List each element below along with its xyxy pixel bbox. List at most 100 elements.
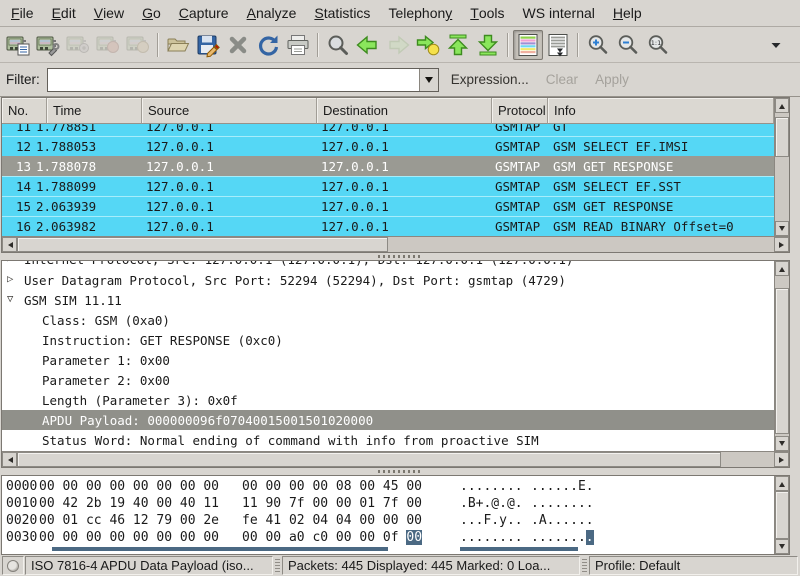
- detail-row[interactable]: Class: GSM (0xa0): [2, 310, 774, 330]
- arrow-right-icon: [385, 32, 411, 58]
- scroll-thumb[interactable]: [775, 288, 789, 434]
- menu-view[interactable]: View: [85, 0, 133, 26]
- scroll-up-button[interactable]: [775, 98, 789, 113]
- scroll-track[interactable]: [17, 452, 774, 467]
- reload-button[interactable]: [253, 30, 283, 60]
- zoom-in-button[interactable]: [583, 30, 613, 60]
- pane-splitter[interactable]: [0, 253, 800, 260]
- scroll-thumb[interactable]: [775, 117, 789, 157]
- save-file-button[interactable]: [193, 30, 223, 60]
- expander-expanded-icon[interactable]: ▽: [7, 293, 13, 306]
- go-back-button[interactable]: [353, 30, 383, 60]
- find-packet-button[interactable]: [323, 30, 353, 60]
- filter-input[interactable]: [48, 69, 419, 91]
- list-interfaces-button[interactable]: [3, 30, 33, 60]
- scroll-up-button[interactable]: [775, 261, 789, 276]
- packet-bytes-vscrollbar[interactable]: [774, 476, 789, 554]
- capture-options-button[interactable]: [33, 30, 63, 60]
- scroll-left-button[interactable]: [2, 452, 17, 467]
- go-to-packet-button[interactable]: [413, 30, 443, 60]
- close-file-button[interactable]: [223, 30, 253, 60]
- scroll-left-button[interactable]: [2, 237, 17, 252]
- zoom-original-button[interactable]: 1:1: [643, 30, 673, 60]
- menu-file[interactable]: File: [2, 0, 43, 26]
- column-header-info[interactable]: Info: [548, 98, 774, 124]
- scroll-down-button[interactable]: [775, 221, 789, 236]
- expression-button[interactable]: Expression...: [446, 72, 534, 87]
- zoom-out-button[interactable]: [613, 30, 643, 60]
- hex-row-0010[interactable]: 001000 42 2b 19 40 00 40 1111 90 7f 00 0…: [2, 496, 774, 513]
- hex-row-0000[interactable]: 000000 00 00 00 00 00 00 0000 00 00 00 0…: [2, 479, 774, 496]
- menu-statistics[interactable]: Statistics: [305, 0, 379, 26]
- colorize-button[interactable]: [513, 30, 543, 60]
- filter-dropdown-button[interactable]: [419, 69, 438, 91]
- capture-stop-button[interactable]: [93, 30, 123, 60]
- packet-row-12[interactable]: 121.788053127.0.0.1127.0.0.1GSMTAPGSM SE…: [2, 136, 774, 156]
- scroll-right-button[interactable]: [774, 237, 789, 252]
- scroll-down-button[interactable]: [775, 436, 789, 451]
- scroll-up-button[interactable]: [775, 476, 789, 491]
- scroll-track[interactable]: [775, 113, 789, 221]
- open-file-button[interactable]: [163, 30, 193, 60]
- detail-row[interactable]: Instruction: GET RESPONSE (0xc0): [2, 330, 774, 350]
- detail-row[interactable]: Parameter 1: 0x00: [2, 350, 774, 370]
- column-header-protocol[interactable]: Protocol: [492, 98, 548, 124]
- expander-collapsed-icon[interactable]: ▷: [7, 261, 13, 265]
- detail-row[interactable]: APDU Payload: 000000096f0704001500150102…: [2, 410, 774, 430]
- hex-row-0030[interactable]: 003000 00 00 00 00 00 00 0000 00 a0 c0 0…: [2, 530, 774, 547]
- apply-button[interactable]: Apply: [590, 72, 634, 87]
- packet-row-13[interactable]: 131.788078127.0.0.1127.0.0.1GSMTAPGSM GE…: [2, 156, 774, 176]
- go-bottom-button[interactable]: [473, 30, 503, 60]
- detail-row[interactable]: Length (Parameter 3): 0x0f: [2, 390, 774, 410]
- packet-row-15[interactable]: 152.063939127.0.0.1127.0.0.1GSMTAPGSM GE…: [2, 196, 774, 216]
- go-top-button[interactable]: [443, 30, 473, 60]
- menu-ws-internal[interactable]: WS internal: [514, 0, 604, 26]
- packet-details-vscrollbar[interactable]: [774, 261, 789, 451]
- print-button[interactable]: [283, 30, 313, 60]
- menu-capture[interactable]: Capture: [170, 0, 238, 26]
- packet-row-clipped[interactable]: 111.778851127.0.0.1127.0.0.1GSMTAPGT: [2, 124, 774, 136]
- capture-start-button[interactable]: [63, 30, 93, 60]
- selected-ascii-char[interactable]: .: [586, 530, 594, 545]
- packet-row-14[interactable]: 141.788099127.0.0.1127.0.0.1GSMTAPGSM SE…: [2, 176, 774, 196]
- menu-analyze[interactable]: Analyze: [238, 0, 306, 26]
- hex-row-0020[interactable]: 002000 01 cc 46 12 79 00 2efe 41 02 04 0…: [2, 513, 774, 530]
- clear-button[interactable]: Clear: [541, 72, 583, 87]
- scroll-track[interactable]: [775, 491, 789, 539]
- go-forward-button[interactable]: [383, 30, 413, 60]
- scroll-down-button[interactable]: [775, 539, 789, 554]
- menu-go[interactable]: Go: [133, 0, 170, 26]
- scroll-track[interactable]: [17, 237, 774, 252]
- column-header-no[interactable]: No.: [2, 98, 47, 124]
- packet-row-16[interactable]: 162.063982127.0.0.1127.0.0.1GSMTAPGSM RE…: [2, 216, 774, 236]
- pane-splitter[interactable]: [0, 468, 800, 475]
- expander-collapsed-icon[interactable]: ▷: [7, 273, 13, 286]
- column-header-time[interactable]: Time: [47, 98, 142, 124]
- detail-row[interactable]: ▷User Datagram Protocol, Src Port: 52294…: [2, 270, 774, 290]
- scroll-thumb[interactable]: [17, 452, 721, 467]
- detail-row[interactable]: ▷Internet Protocol, Src: 127.0.0.1 (127.…: [2, 261, 774, 269]
- toolbar-overflow-button[interactable]: [761, 30, 791, 60]
- autoscroll-button[interactable]: [543, 30, 573, 60]
- scroll-thumb[interactable]: [17, 237, 388, 252]
- packet-list-vscrollbar[interactable]: [774, 98, 789, 236]
- column-header-source[interactable]: Source: [142, 98, 317, 124]
- menu-help[interactable]: Help: [604, 0, 651, 26]
- detail-row[interactable]: Parameter 2: 0x00: [2, 370, 774, 390]
- detail-row-clipped[interactable]: ▷Internet Protocol, Src: 127.0.0.1 (127.…: [2, 261, 774, 270]
- scroll-right-button[interactable]: [774, 452, 789, 467]
- column-header-destination[interactable]: Destination: [317, 98, 492, 124]
- menu-tools[interactable]: Tools: [461, 0, 513, 26]
- detail-row[interactable]: ▽GSM SIM 11.11: [2, 290, 774, 310]
- expert-info-button[interactable]: [2, 556, 24, 575]
- selected-byte[interactable]: 00: [406, 530, 422, 545]
- packet-details-hscrollbar[interactable]: [2, 451, 789, 467]
- detail-row[interactable]: Status Word: Normal ending of command wi…: [2, 430, 774, 450]
- packet-row-11[interactable]: 111.778851127.0.0.1127.0.0.1GSMTAPGT: [2, 124, 774, 136]
- menu-edit[interactable]: Edit: [43, 0, 85, 26]
- capture-restart-button[interactable]: [123, 30, 153, 60]
- scroll-thumb[interactable]: [775, 491, 789, 539]
- scroll-track[interactable]: [775, 276, 789, 436]
- packet-list-hscrollbar[interactable]: [2, 236, 789, 252]
- menu-telephony[interactable]: Telephony: [379, 0, 461, 26]
